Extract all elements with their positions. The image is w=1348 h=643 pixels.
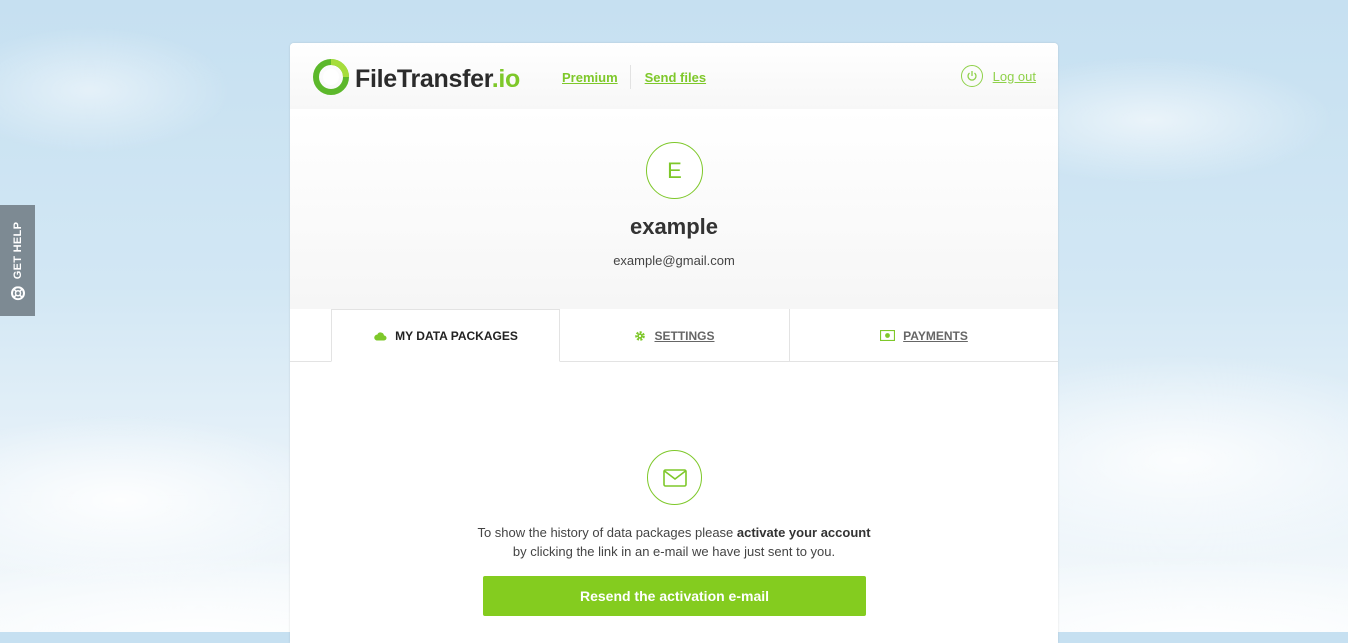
username: example xyxy=(629,214,719,239)
cloud-icon xyxy=(373,331,387,341)
logo-name: FileTransfer xyxy=(355,65,492,93)
data-packages-panel: To show the history of data packages ple… xyxy=(290,362,1058,643)
top-nav: Premium Send files xyxy=(562,65,706,89)
logo-text: FileTransfer.io xyxy=(355,65,520,94)
top-bar: FileTransfer.io Premium Send files Log o… xyxy=(290,43,1058,109)
avatar: E xyxy=(646,142,703,199)
tab-payments[interactable]: PAYMENTS xyxy=(790,309,1058,362)
money-icon xyxy=(880,330,896,341)
tab-payments-label: PAYMENTS xyxy=(903,328,968,343)
get-help-tab[interactable]: GET HELP xyxy=(0,205,35,316)
nav-divider xyxy=(629,65,631,89)
resend-activation-button[interactable]: Resend the activation e-mail xyxy=(483,576,866,616)
power-icon xyxy=(960,65,983,87)
envelope-icon xyxy=(647,450,702,505)
message-line1-text: To show the history of data packages ple… xyxy=(477,525,737,540)
premium-link[interactable]: Premium xyxy=(562,70,618,85)
tab-my-data-packages[interactable]: MY DATA PACKAGES xyxy=(331,309,560,362)
logo-icon xyxy=(313,59,349,100)
message-line2-text: by clicking the link in an e-mail we hav… xyxy=(512,544,836,559)
logout-button[interactable]: Log out xyxy=(960,65,1036,87)
tab-my-data-packages-label: MY DATA PACKAGES xyxy=(395,328,518,343)
gear-icon xyxy=(634,330,646,342)
logout-link[interactable]: Log out xyxy=(993,69,1036,84)
logo[interactable]: FileTransfer.io xyxy=(313,59,520,100)
tab-settings-label: SETTINGS xyxy=(654,328,715,343)
get-help-label: GET HELP xyxy=(11,221,24,279)
profile-section: E example example@gmail.com xyxy=(290,109,1058,309)
activation-message: To show the history of data packages ple… xyxy=(290,523,1058,561)
account-card: FileTransfer.io Premium Send files Log o… xyxy=(290,43,1058,643)
user-email: example@gmail.com xyxy=(613,253,735,268)
message-line1-bold: activate your account xyxy=(736,525,871,540)
lifebuoy-icon xyxy=(10,285,25,300)
send-files-link[interactable]: Send files xyxy=(645,70,706,85)
account-tabs: MY DATA PACKAGES SETTINGS PAYMENTS xyxy=(290,309,1058,362)
tab-settings[interactable]: SETTINGS xyxy=(560,309,790,362)
logo-tld: .io xyxy=(491,65,521,93)
